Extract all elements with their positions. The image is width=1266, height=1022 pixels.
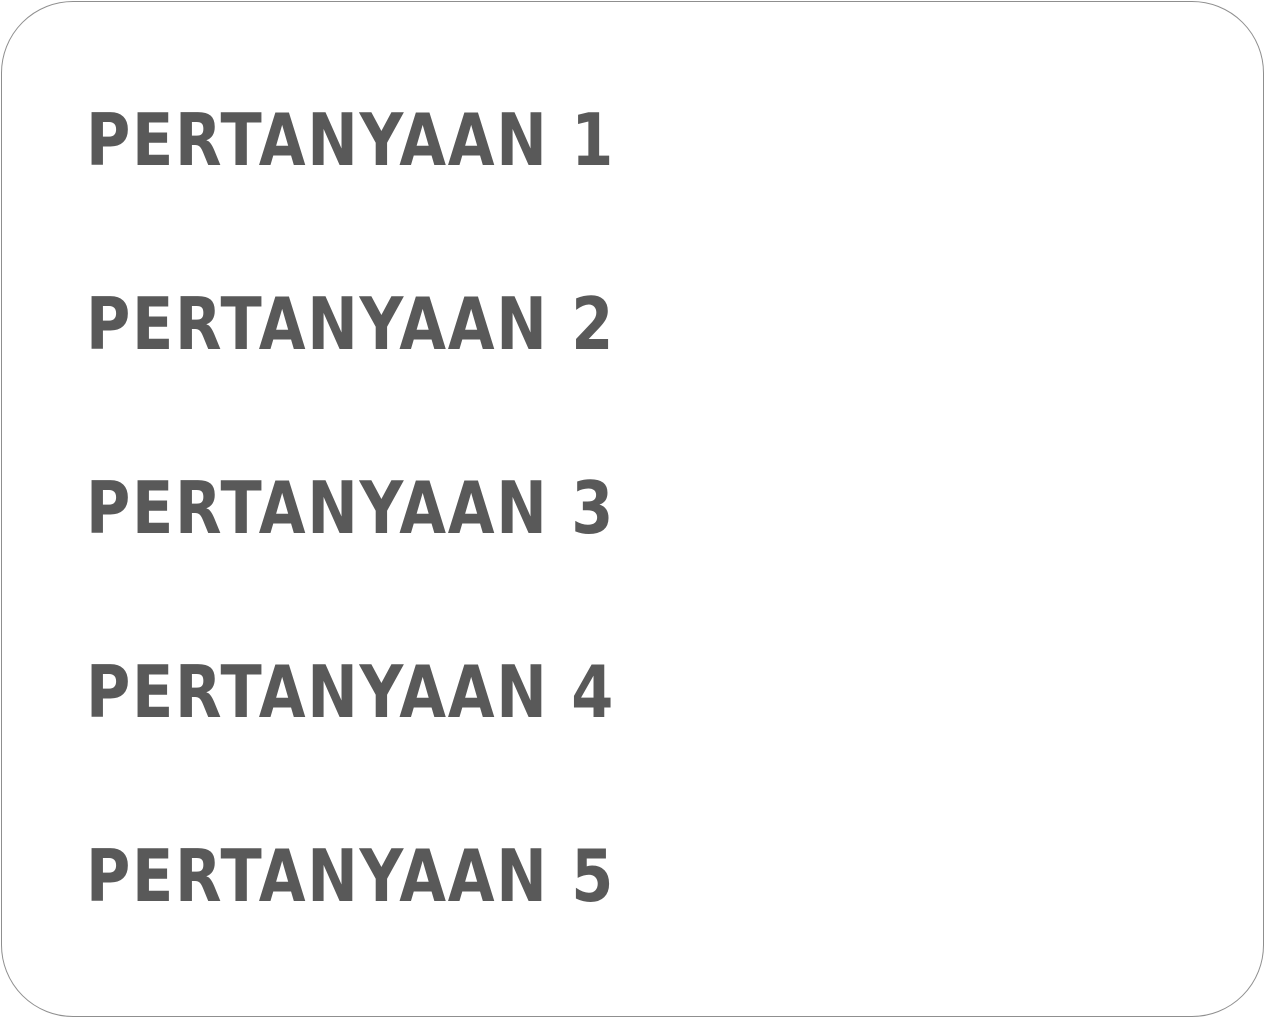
question-item-2[interactable]: PERTANYAAN 2 <box>86 286 716 470</box>
question-label: PERTANYAAN 5 <box>86 834 616 918</box>
question-item-1[interactable]: PERTANYAAN 1 <box>86 102 716 286</box>
question-item-3[interactable]: PERTANYAAN 3 <box>86 470 716 654</box>
question-item-5[interactable]: PERTANYAAN 5 <box>86 838 716 1022</box>
question-label: PERTANYAAN 1 <box>86 98 616 182</box>
question-label: PERTANYAAN 3 <box>86 466 616 550</box>
question-menu-card: PERTANYAAN 1 PERTANYAAN 2 PERTANYAAN 3 P… <box>1 1 1264 1017</box>
question-label: PERTANYAAN 4 <box>86 650 616 734</box>
question-item-4[interactable]: PERTANYAAN 4 <box>86 654 716 838</box>
question-list: PERTANYAAN 1 PERTANYAAN 2 PERTANYAAN 3 P… <box>86 102 716 1022</box>
question-label: PERTANYAAN 2 <box>86 282 616 366</box>
